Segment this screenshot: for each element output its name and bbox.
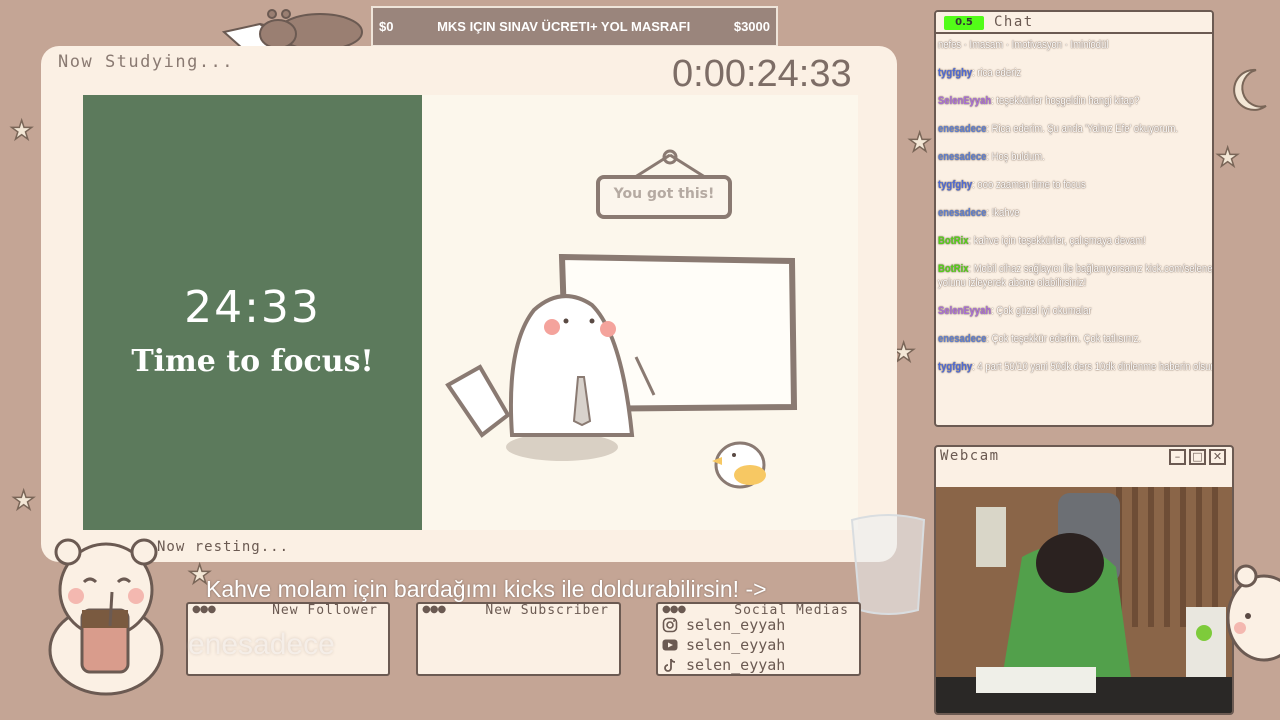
goal-max: $3000 (733, 19, 770, 34)
minimize-icon[interactable]: – (1169, 449, 1186, 465)
new-subscriber-panel: ●●● New Subscriber (416, 602, 621, 676)
new-follower-panel: ●●● New Follower enesadece (186, 602, 390, 676)
pomodoro-timer: 24:33 (184, 282, 321, 333)
chat-title: Chat (994, 14, 1034, 30)
viewer-count-badge: 0.5 (944, 16, 984, 30)
moon-icon (1233, 68, 1267, 111)
kicks-banner-text: Kahve molam için bardağımı kicks ile dol… (206, 576, 767, 602)
youtube-icon (662, 637, 678, 653)
chat-message: tygfghy: ooo zaaman time to focus (938, 179, 1086, 191)
star-decoration: ★ (11, 486, 36, 516)
new-follower-title: New Follower (272, 603, 378, 618)
new-subscriber-title: New Subscriber (485, 603, 609, 618)
session-timer: 0:00:24:33 (672, 53, 852, 95)
goal-min: $0 (379, 19, 394, 34)
chat-message: enesadece: Hoş buldum. (938, 151, 1045, 163)
webcam-feed (936, 487, 1232, 713)
tiktok-handle: selen_eyyah (686, 656, 786, 674)
window-dots-icon: ●●● (662, 604, 686, 615)
chat-message-list[interactable]: nefes · Imasam · Imotivasyon · Iminiödül… (938, 38, 1214, 388)
teacher-ghost-illustration (445, 149, 798, 489)
you-got-this-sign: You got this! (613, 186, 715, 202)
chat-message: yolunu izleyerek abone olabilirsiniz! (938, 277, 1087, 289)
empty-glass-illustration (850, 514, 926, 615)
chat-header: 0.5 Chat (936, 12, 1212, 34)
webcam-window: Webcam – □ ✕ (934, 445, 1234, 715)
chat-message: enesadece: !kahve (938, 207, 1020, 219)
youtube-handle: selen_eyyah (686, 636, 786, 654)
window-dots-icon: ●●● (422, 604, 446, 615)
star-decoration: ★ (1215, 143, 1240, 173)
chat-window: 0.5 Chat nefes · Imasam · Imotivasyon · … (934, 10, 1214, 427)
chat-message: enesadece: Rica ederim. Şu anda 'Yalnız … (938, 123, 1179, 135)
social-instagram-row[interactable]: selen_eyyah (662, 616, 785, 634)
chat-message: BotRix: kahve için teşekkürler, çalışmay… (938, 235, 1146, 247)
close-icon[interactable]: ✕ (1209, 449, 1226, 465)
star-decoration: ★ (9, 116, 34, 146)
chat-message: BotRix: Mobil cihaz sağlayıcı ile bağlan… (938, 263, 1214, 275)
window-dots-icon: ●●● (192, 604, 216, 615)
instagram-icon (662, 617, 678, 633)
bear-drinking-illustration (48, 538, 164, 696)
chat-message: SelenEyyah: teşekkürler hoşgeldin hangi … (938, 95, 1140, 107)
tiktok-icon (662, 657, 678, 673)
now-studying-label: Now Studying... (58, 52, 235, 72)
new-follower-name: enesadece (188, 628, 335, 661)
bear-peeking-illustration (1226, 564, 1280, 662)
maximize-icon[interactable]: □ (1189, 449, 1206, 465)
chat-message: tygfghy: 4 part 50/10 yani 50dk ders 10d… (938, 361, 1214, 373)
pomodoro-message: Time to focus! (131, 344, 374, 379)
social-media-panel: ●●● Social Medias selen_eyyah selen_eyya… (656, 602, 861, 676)
study-illustration: You got this! (422, 95, 858, 530)
webcam-image (936, 487, 1232, 713)
star-decoration: ★ (907, 128, 932, 158)
chat-message: nefes · Imasam · Imotivasyon · Iminiödül (938, 39, 1109, 51)
webcam-title: Webcam (940, 448, 1000, 464)
goal-title: MKS IÇIN SINAV ÜCRETI+ YOL MASRAFI (437, 18, 691, 34)
social-youtube-row[interactable]: selen_eyyah (662, 636, 785, 654)
chat-message: tygfghy: rica ederiz (938, 67, 1022, 79)
chat-message: SelenEyyah: Çok güzel iyi okumalar (938, 305, 1092, 317)
social-tiktok-row[interactable]: selen_eyyah (662, 656, 785, 674)
donation-goal-bar: $0 MKS IÇIN SINAV ÜCRETI+ YOL MASRAFI $3… (371, 6, 778, 47)
instagram-handle: selen_eyyah (686, 616, 786, 634)
chat-message: enesadece: Çok teşekkür ederim. Çok tatl… (938, 333, 1141, 345)
